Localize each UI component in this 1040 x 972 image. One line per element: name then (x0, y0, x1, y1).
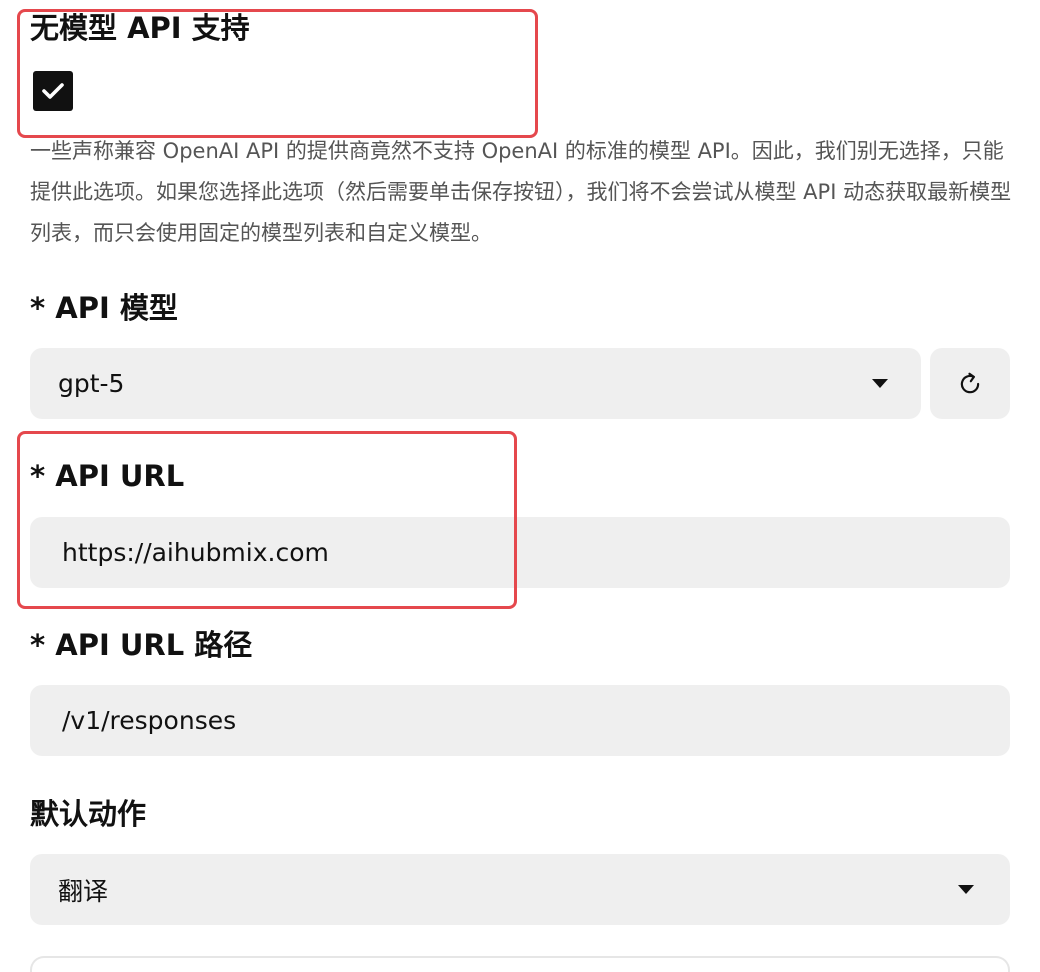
api-url-input[interactable]: https://aihubmix.com (30, 517, 1010, 588)
default-action-label: 默认动作 (30, 797, 147, 831)
no-model-api-description: 一些声称兼容 OpenAI API 的提供商竟然不支持 OpenAI 的标准的模… (30, 139, 1012, 245)
check-icon (42, 83, 64, 99)
api-model-select[interactable]: gpt-5 (30, 348, 921, 419)
default-action-select[interactable]: 翻译 (30, 854, 1010, 925)
refresh-icon (960, 372, 980, 393)
api-model-label: * API 模型 (30, 291, 178, 325)
api-url-path-label: * API URL 路径 (30, 628, 253, 662)
default-action-value: 翻译 (58, 876, 109, 906)
chevron-down-icon (872, 379, 888, 388)
refresh-models-button[interactable] (930, 348, 1010, 419)
api-url-value: https://aihubmix.com (62, 538, 329, 567)
api-url-label: * API URL (30, 459, 185, 493)
api-url-path-input[interactable]: /v1/responses (30, 685, 1010, 756)
no-model-api-checkbox[interactable] (33, 71, 73, 111)
next-field-partial (30, 956, 1010, 972)
chevron-down-icon (958, 885, 974, 894)
api-model-value: gpt-5 (58, 369, 125, 398)
api-url-path-value: /v1/responses (62, 706, 237, 735)
no-model-api-title: 无模型 API 支持 (30, 11, 250, 45)
